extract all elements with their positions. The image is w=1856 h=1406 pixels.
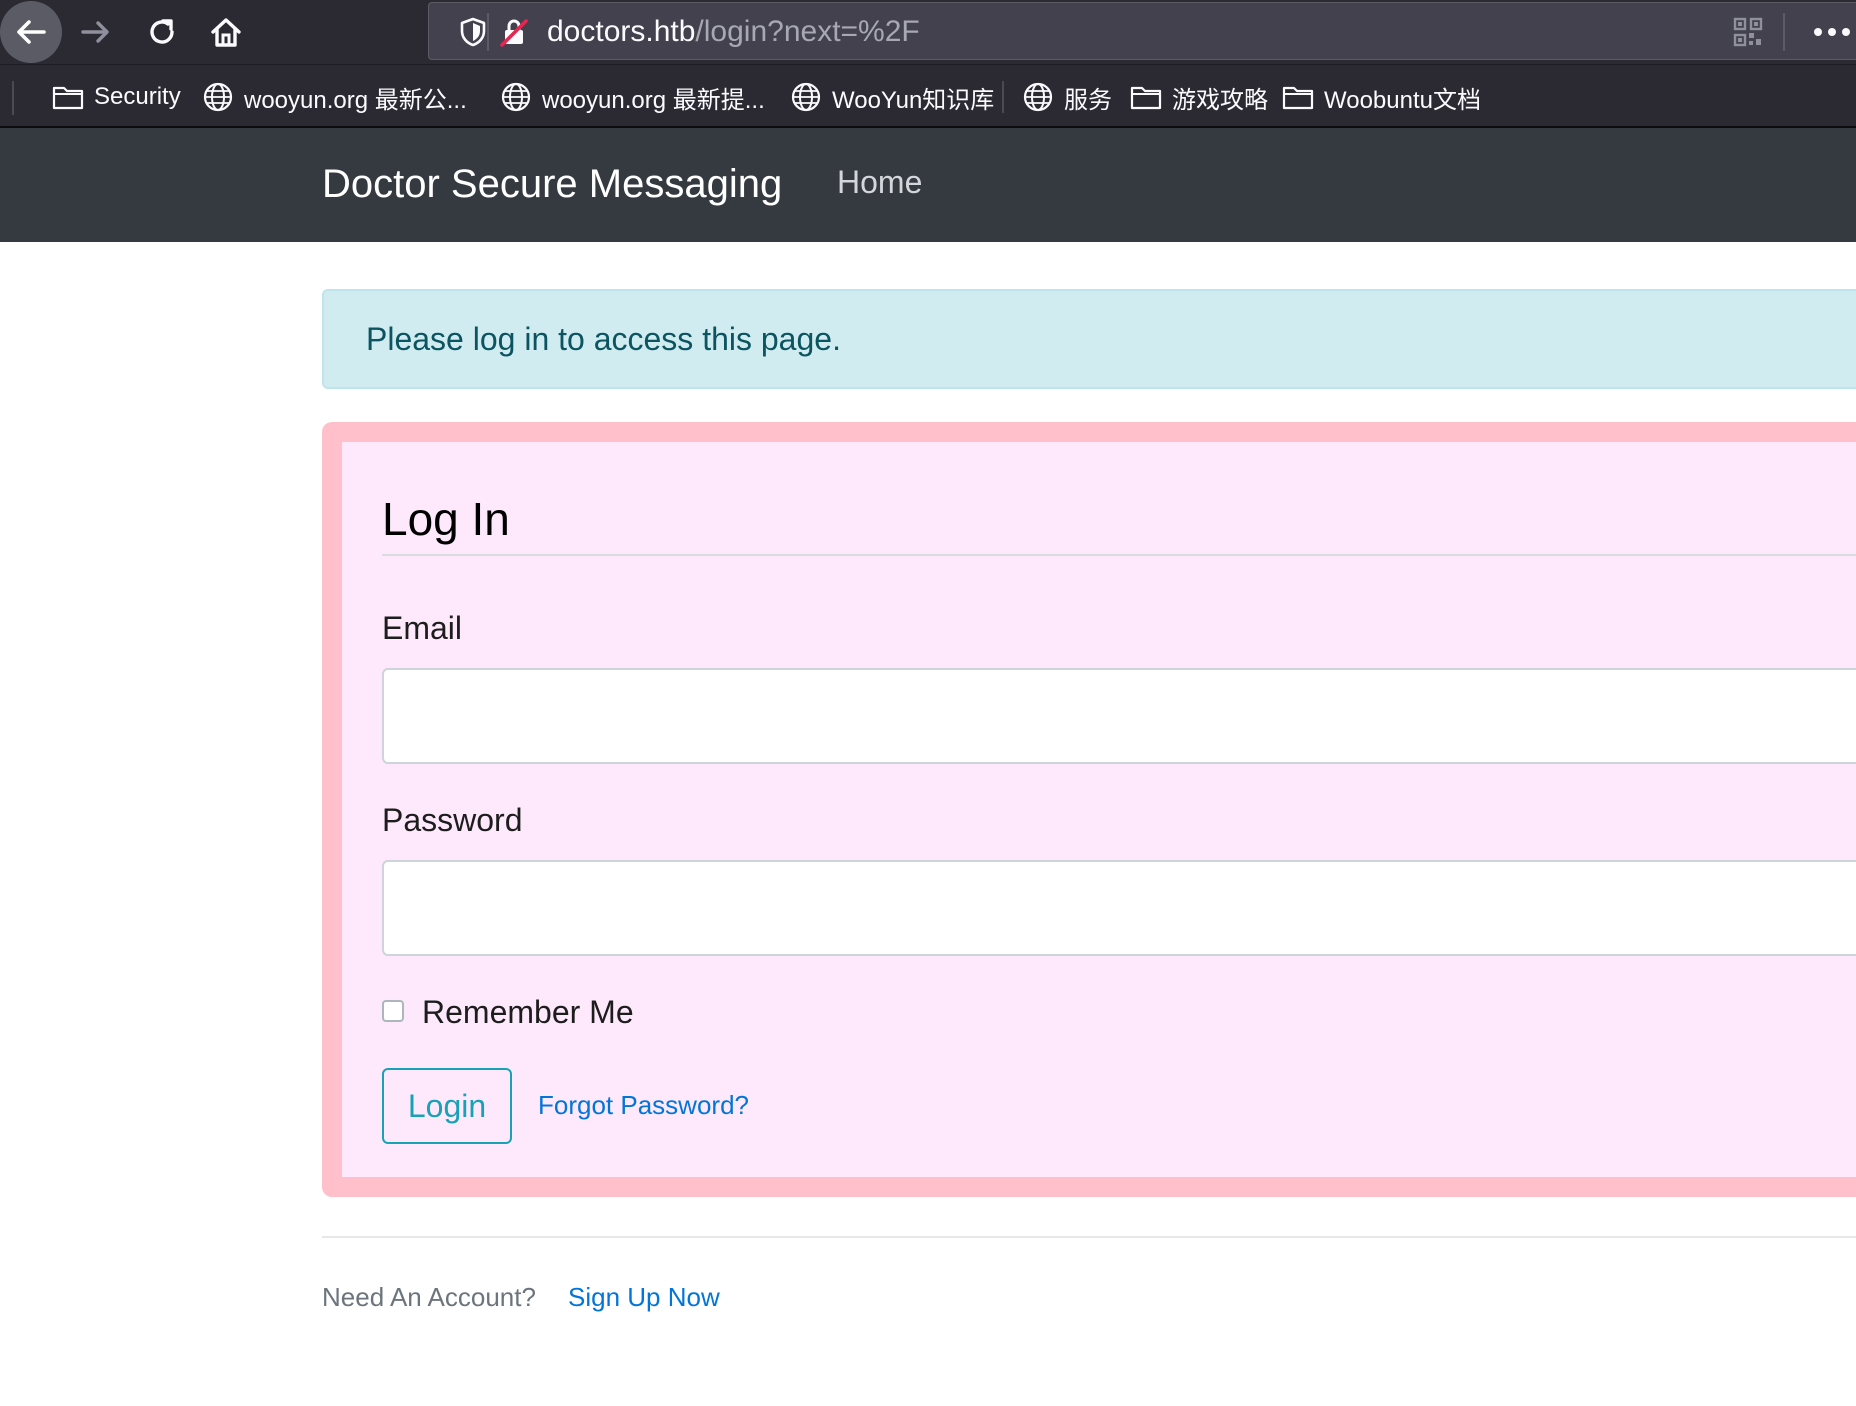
form-title: Log In [382,493,510,545]
bookmark-label: 游戏攻略 [1172,86,1268,114]
bookmark-separator [1002,81,1004,113]
bookmark-label: Woobuntu文档 [1324,86,1481,114]
bookmark-wooyun-latest-submitted[interactable]: wooyun.org 最新提... [500,79,765,115]
url-bar[interactable]: doctors.htb/login?next=%2F [428,2,1856,60]
page-actions-button[interactable] [1801,11,1856,53]
bookmarks-toolbar: Security wooyun.org 最新公... wooyun.org 最新… [0,64,1856,128]
forgot-password-link[interactable]: Forgot Password? [538,1090,749,1121]
footer-divider [322,1236,1856,1238]
bookmark-label: wooyun.org 最新提... [542,86,765,114]
forward-button[interactable] [72,8,120,56]
arrow-left-icon [17,20,46,44]
globe-icon [1023,82,1053,112]
bookmark-label: 服务 [1064,86,1112,114]
folder-icon [1282,86,1314,110]
alert-message: Please log in to access this page. [366,321,841,357]
url-separator [1783,13,1785,51]
url-host: doctors.htb [547,15,696,48]
back-button[interactable] [0,1,62,63]
nav-link-home[interactable]: Home [837,164,922,201]
browser-toolbar: doctors.htb/login?next=%2F [0,0,1856,64]
login-button[interactable]: Login [382,1068,512,1144]
password-field[interactable] [382,860,1856,956]
form-divider [382,554,1856,556]
globe-icon [203,82,233,112]
more-options-icon [1814,28,1850,36]
login-required-alert: Please log in to access this page. [322,289,1856,389]
home-button[interactable] [202,8,250,56]
email-label: Email [382,610,463,646]
bookmark-game-guides[interactable]: 游戏攻略 [1130,79,1268,115]
email-field[interactable] [382,668,1856,764]
globe-icon [501,82,531,112]
sign-up-link[interactable]: Sign Up Now [568,1282,720,1313]
bookmark-label: Security [94,83,181,110]
reload-icon [150,19,174,44]
globe-icon [791,82,821,112]
url-separator [487,13,489,51]
bookmark-label: wooyun.org 最新公... [244,86,467,114]
url-path: /login?next=%2F [695,15,920,48]
bookmark-security[interactable]: Security [52,79,181,115]
reload-button[interactable] [138,8,186,56]
bookmark-wooyun-knowledge[interactable]: WooYun知识库 [790,79,994,115]
remember-me-checkbox[interactable] [382,1000,404,1022]
site-navbar: Doctor Secure Messaging Home [0,128,1856,242]
bookmark-wooyun-latest-public[interactable]: wooyun.org 最新公... [202,79,467,115]
shield-icon[interactable] [459,17,487,47]
qr-code-icon[interactable] [1733,17,1763,47]
password-label: Password [382,802,523,838]
folder-icon [52,86,84,110]
insecure-lock-icon[interactable] [499,17,529,47]
arrow-right-icon [81,21,109,43]
bookmark-services[interactable]: 服务 [1022,79,1112,115]
folder-icon [1130,86,1162,110]
bookmark-label: WooYun知识库 [832,86,995,114]
home-icon [211,18,241,47]
url-text[interactable]: doctors.htb/login?next=%2F [547,13,920,51]
remember-me-label[interactable]: Remember Me [422,994,634,1031]
bookmarks-edge [12,81,14,115]
bookmark-woobuntu-docs[interactable]: Woobuntu文档 [1282,79,1481,115]
login-form: Log In Email Password Remember Me Login … [322,422,1856,1197]
need-account-text: Need An Account? [322,1282,536,1312]
site-brand[interactable]: Doctor Secure Messaging [322,162,782,207]
